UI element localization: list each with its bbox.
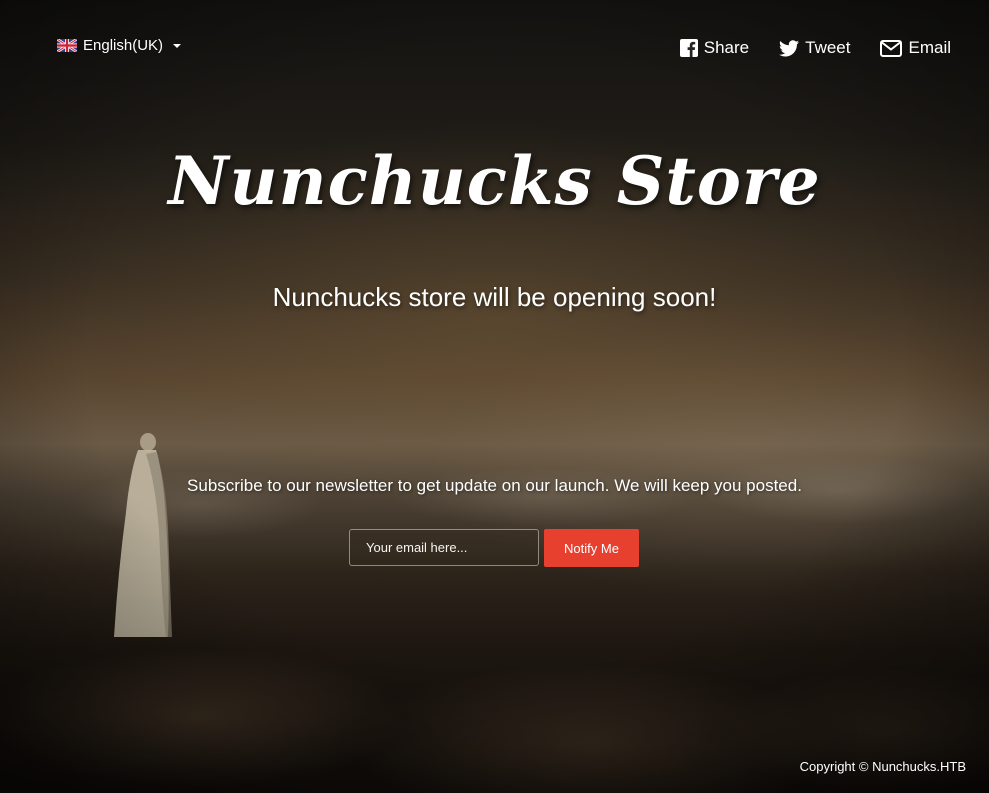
- twitter-tweet-button[interactable]: Tweet: [779, 38, 850, 58]
- newsletter-text: Subscribe to our newsletter to get updat…: [187, 476, 802, 495]
- footer-copyright: Copyright © Nunchucks.HTB: [799, 759, 966, 774]
- share-bar: Share Tweet Email: [679, 38, 951, 58]
- email-share-label: Email: [908, 38, 951, 57]
- twitter-tweet-label: Tweet: [805, 38, 851, 57]
- page-title: Nunchucks Store: [168, 142, 821, 220]
- facebook-share-button[interactable]: Share: [679, 38, 750, 58]
- chevron-down-icon: [173, 43, 182, 48]
- uk-flag-icon: [57, 39, 77, 52]
- email-input[interactable]: [349, 529, 539, 566]
- facebook-icon: [679, 39, 698, 57]
- language-selector[interactable]: English(UK): [57, 37, 182, 54]
- newsletter-form: Notify Me: [349, 529, 639, 567]
- language-label: English(UK): [83, 37, 164, 54]
- envelope-icon: [880, 39, 903, 57]
- email-share-button[interactable]: Email: [880, 38, 951, 58]
- notify-me-button[interactable]: Notify Me: [544, 529, 639, 567]
- facebook-share-label: Share: [703, 38, 750, 57]
- page-tagline: Nunchucks store will be opening soon!: [272, 282, 717, 312]
- background-vignette: [0, 0, 989, 793]
- twitter-icon: [779, 39, 800, 56]
